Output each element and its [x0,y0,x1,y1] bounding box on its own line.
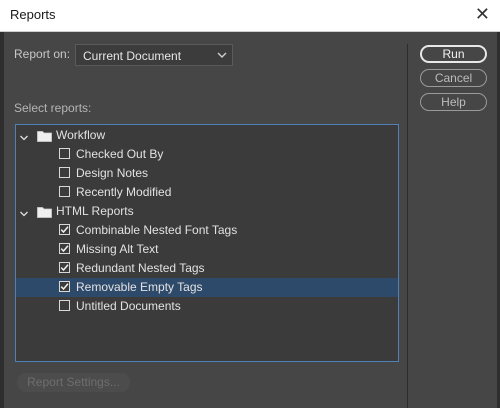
help-button[interactable]: Help [420,93,487,111]
tree-item-label: Combinable Nested Font Tags [76,223,238,237]
report-on-select[interactable]: Current Document [75,44,233,66]
tree-item-label: Checked Out By [76,147,164,161]
tree-item-label: Recently Modified [76,185,172,199]
checkbox-icon[interactable] [59,300,70,311]
tree-item-design-notes[interactable]: Design Notes [16,164,398,183]
tree-item-untitled-documents[interactable]: Untitled Documents [16,297,398,316]
select-reports-label: Select reports: [14,101,92,115]
tree-item-combinable-nested-font-tags[interactable]: Combinable Nested Font Tags [16,221,398,240]
tree-item-missing-alt-text[interactable]: Missing Alt Text [16,240,398,259]
tree-item-checked-out-by[interactable]: Checked Out By [16,145,398,164]
report-settings-button[interactable]: Report Settings... [17,373,130,392]
tree-group-label: Workflow [56,128,106,142]
tree-group-label: HTML Reports [56,204,134,218]
close-icon[interactable]: ✕ [475,4,490,25]
tree-group-html-reports[interactable]: HTML Reports [16,202,398,221]
window-title: Reports [10,7,56,22]
report-on-value: Current Document [83,49,182,63]
tree-item-recently-modified[interactable]: Recently Modified [16,183,398,202]
tree-item-label: Missing Alt Text [76,242,159,256]
checkbox-icon[interactable] [59,148,70,159]
tree-item-label: Design Notes [76,166,149,180]
reports-tree[interactable]: Workflow Checked Out By Design Notes Rec… [15,124,399,362]
checkbox-icon[interactable] [59,281,70,292]
cancel-button[interactable]: Cancel [420,69,487,87]
checkbox-icon[interactable] [59,262,70,273]
tree-item-removable-empty-tags[interactable]: Removable Empty Tags [16,278,398,297]
tree-item-label: Untitled Documents [76,299,181,313]
reports-dialog: Reports ✕ Report on: Current Document Se… [0,0,500,408]
title-bar: Reports ✕ [0,0,500,32]
chevron-down-icon [216,48,228,67]
run-button[interactable]: Run [420,45,487,63]
tree-item-label: Removable Empty Tags [76,280,203,294]
left-edge [0,32,4,408]
checkbox-icon[interactable] [59,167,70,178]
tree-group-workflow[interactable]: Workflow [16,126,398,145]
vertical-divider [407,44,408,408]
checkbox-icon[interactable] [59,186,70,197]
report-on-label: Report on: [14,47,71,61]
checkbox-icon[interactable] [59,243,70,254]
tree-item-label: Redundant Nested Tags [76,261,205,275]
checkbox-icon[interactable] [59,224,70,235]
tree-item-redundant-nested-tags[interactable]: Redundant Nested Tags [16,259,398,278]
